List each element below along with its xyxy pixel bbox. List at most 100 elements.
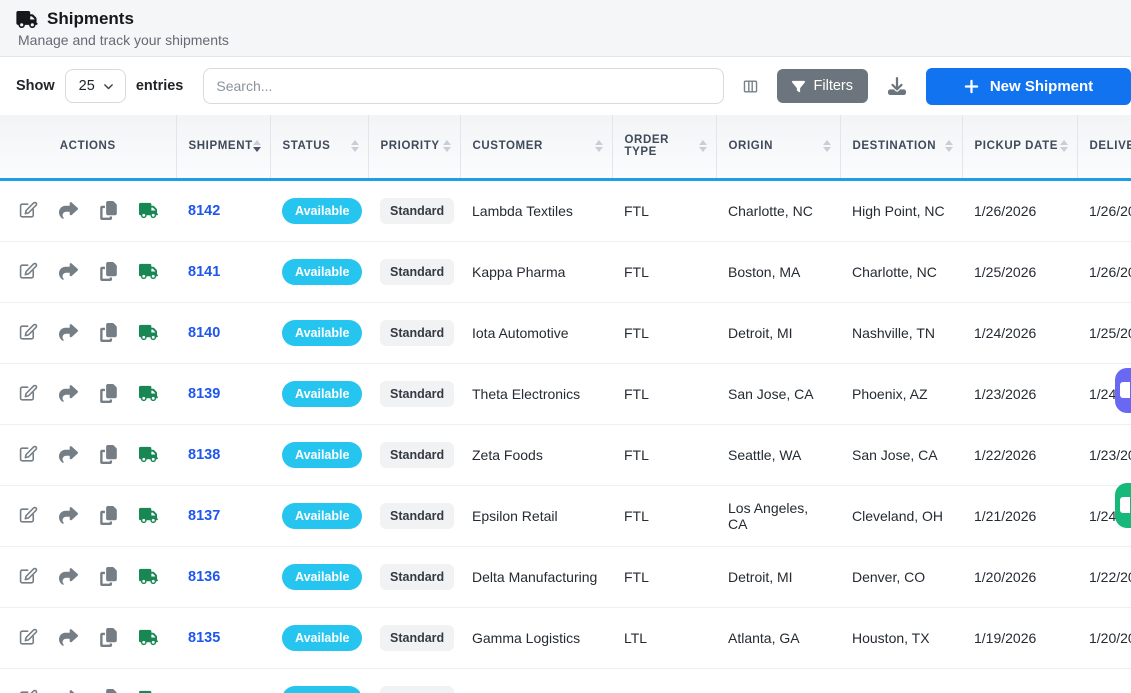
share-button[interactable] xyxy=(59,262,78,281)
sort-carets-icon xyxy=(443,140,451,152)
shipment-id-link[interactable]: 8141 xyxy=(188,264,220,280)
pickup-date: 1/24/2026 xyxy=(974,325,1036,341)
column-header-customer[interactable]: Customer xyxy=(460,115,612,179)
truck-button[interactable] xyxy=(139,262,158,281)
table-row: 8135AvailableStandardGamma LogisticsLTLA… xyxy=(0,607,1131,668)
copy-icon xyxy=(99,262,118,281)
table-row: 8137AvailableStandardEpsilon RetailFTLLo… xyxy=(0,485,1131,546)
shipment-id-link[interactable]: 8136 xyxy=(188,569,220,585)
column-header-label: Customer xyxy=(473,140,543,152)
column-header-priority[interactable]: Priority xyxy=(368,115,460,179)
truck-button[interactable] xyxy=(139,506,158,525)
sort-carets-icon xyxy=(1060,140,1068,152)
copy-icon xyxy=(99,506,118,525)
pickup-date: 1/23/2026 xyxy=(974,386,1036,402)
copy-button[interactable] xyxy=(99,262,118,281)
column-header-label: Destination xyxy=(853,140,937,152)
copy-button[interactable] xyxy=(99,384,118,403)
column-header-label: Pickup Date xyxy=(975,140,1059,152)
share-icon xyxy=(59,445,78,464)
edit-button[interactable] xyxy=(19,445,38,464)
share-icon xyxy=(59,506,78,525)
share-icon xyxy=(59,323,78,342)
copy-button[interactable] xyxy=(99,567,118,586)
search-input[interactable] xyxy=(203,68,723,104)
copy-button[interactable] xyxy=(99,201,118,220)
column-header-destination[interactable]: Destination xyxy=(840,115,962,179)
column-header-order-type[interactable]: Order Type xyxy=(612,115,716,179)
share-icon xyxy=(59,262,78,281)
share-button[interactable] xyxy=(59,506,78,525)
share-button[interactable] xyxy=(59,689,78,693)
column-header-delivery-date[interactable]: Delivery Date xyxy=(1077,115,1131,179)
page-size-select[interactable]: 25 xyxy=(65,69,126,103)
table-row: 8136AvailableStandardDelta Manufacturing… xyxy=(0,546,1131,607)
shipment-id-link[interactable]: 8139 xyxy=(188,386,220,402)
share-icon xyxy=(59,628,78,647)
filters-button[interactable]: Filters xyxy=(777,69,868,103)
column-header-label: Status xyxy=(283,140,331,152)
share-button[interactable] xyxy=(59,384,78,403)
copy-button[interactable] xyxy=(99,506,118,525)
table-row: 8134AvailableStandardBeta IndustriesFTLD… xyxy=(0,668,1131,693)
toolbar: Show 25 entries Filters New Shipment xyxy=(0,57,1131,115)
chat-widget-button[interactable] xyxy=(1115,368,1131,413)
edit-icon xyxy=(19,689,38,693)
edit-button[interactable] xyxy=(19,201,38,220)
copy-icon xyxy=(99,689,118,693)
truck-icon xyxy=(139,567,158,586)
column-visibility-button[interactable] xyxy=(738,74,763,99)
shipment-id-link[interactable]: 8140 xyxy=(188,325,220,341)
edit-button[interactable] xyxy=(19,567,38,586)
share-button[interactable] xyxy=(59,201,78,220)
truck-button[interactable] xyxy=(139,567,158,586)
shipment-id-link[interactable]: 8142 xyxy=(188,203,220,219)
share-button[interactable] xyxy=(59,567,78,586)
column-header-pickup-date[interactable]: Pickup Date xyxy=(962,115,1077,179)
edit-button[interactable] xyxy=(19,384,38,403)
share-button[interactable] xyxy=(59,628,78,647)
shipment-id-link[interactable]: 8138 xyxy=(188,447,220,463)
customer-name: Delta Manufacturing xyxy=(472,569,597,585)
edit-button[interactable] xyxy=(19,689,38,693)
edit-button[interactable] xyxy=(19,262,38,281)
edit-button[interactable] xyxy=(19,506,38,525)
destination: Houston, TX xyxy=(852,630,930,646)
truck-button[interactable] xyxy=(139,384,158,403)
copy-button[interactable] xyxy=(99,323,118,342)
column-header-actions: Actions xyxy=(0,115,176,179)
new-shipment-button[interactable]: New Shipment xyxy=(926,68,1131,105)
truck-button[interactable] xyxy=(139,628,158,647)
customer-name: Lambda Textiles xyxy=(472,203,573,219)
edit-button[interactable] xyxy=(19,628,38,647)
column-header-status[interactable]: Status xyxy=(270,115,368,179)
sort-carets-icon xyxy=(699,140,707,152)
export-download-button[interactable] xyxy=(884,73,910,99)
copy-button[interactable] xyxy=(99,445,118,464)
sort-carets-icon xyxy=(595,140,603,152)
page-size-value: 25 xyxy=(79,78,95,94)
share-button[interactable] xyxy=(59,323,78,342)
order-type: FTL xyxy=(624,569,649,585)
edit-button[interactable] xyxy=(19,323,38,342)
column-header-shipment[interactable]: Shipment xyxy=(176,115,270,179)
table-header: ActionsShipment Status Priority Customer Ord… xyxy=(0,115,1131,179)
plus-icon xyxy=(964,79,979,94)
shipment-id-link[interactable]: 8135 xyxy=(188,630,220,646)
truck-button[interactable] xyxy=(139,201,158,220)
truck-button[interactable] xyxy=(139,689,158,693)
truck-button[interactable] xyxy=(139,323,158,342)
origin: Los Angeles, CA xyxy=(728,500,808,532)
truck-button[interactable] xyxy=(139,445,158,464)
column-header-origin[interactable]: Origin xyxy=(716,115,840,179)
copy-icon xyxy=(99,567,118,586)
feedback-widget-button[interactable] xyxy=(1115,483,1131,528)
shipment-id-link[interactable]: 8137 xyxy=(188,508,220,524)
download-icon xyxy=(888,77,906,95)
copy-button[interactable] xyxy=(99,689,118,693)
customer-name: Iota Automotive xyxy=(472,325,569,341)
destination: Cleveland, OH xyxy=(852,508,943,524)
share-button[interactable] xyxy=(59,445,78,464)
destination: San Jose, CA xyxy=(852,447,938,463)
copy-button[interactable] xyxy=(99,628,118,647)
